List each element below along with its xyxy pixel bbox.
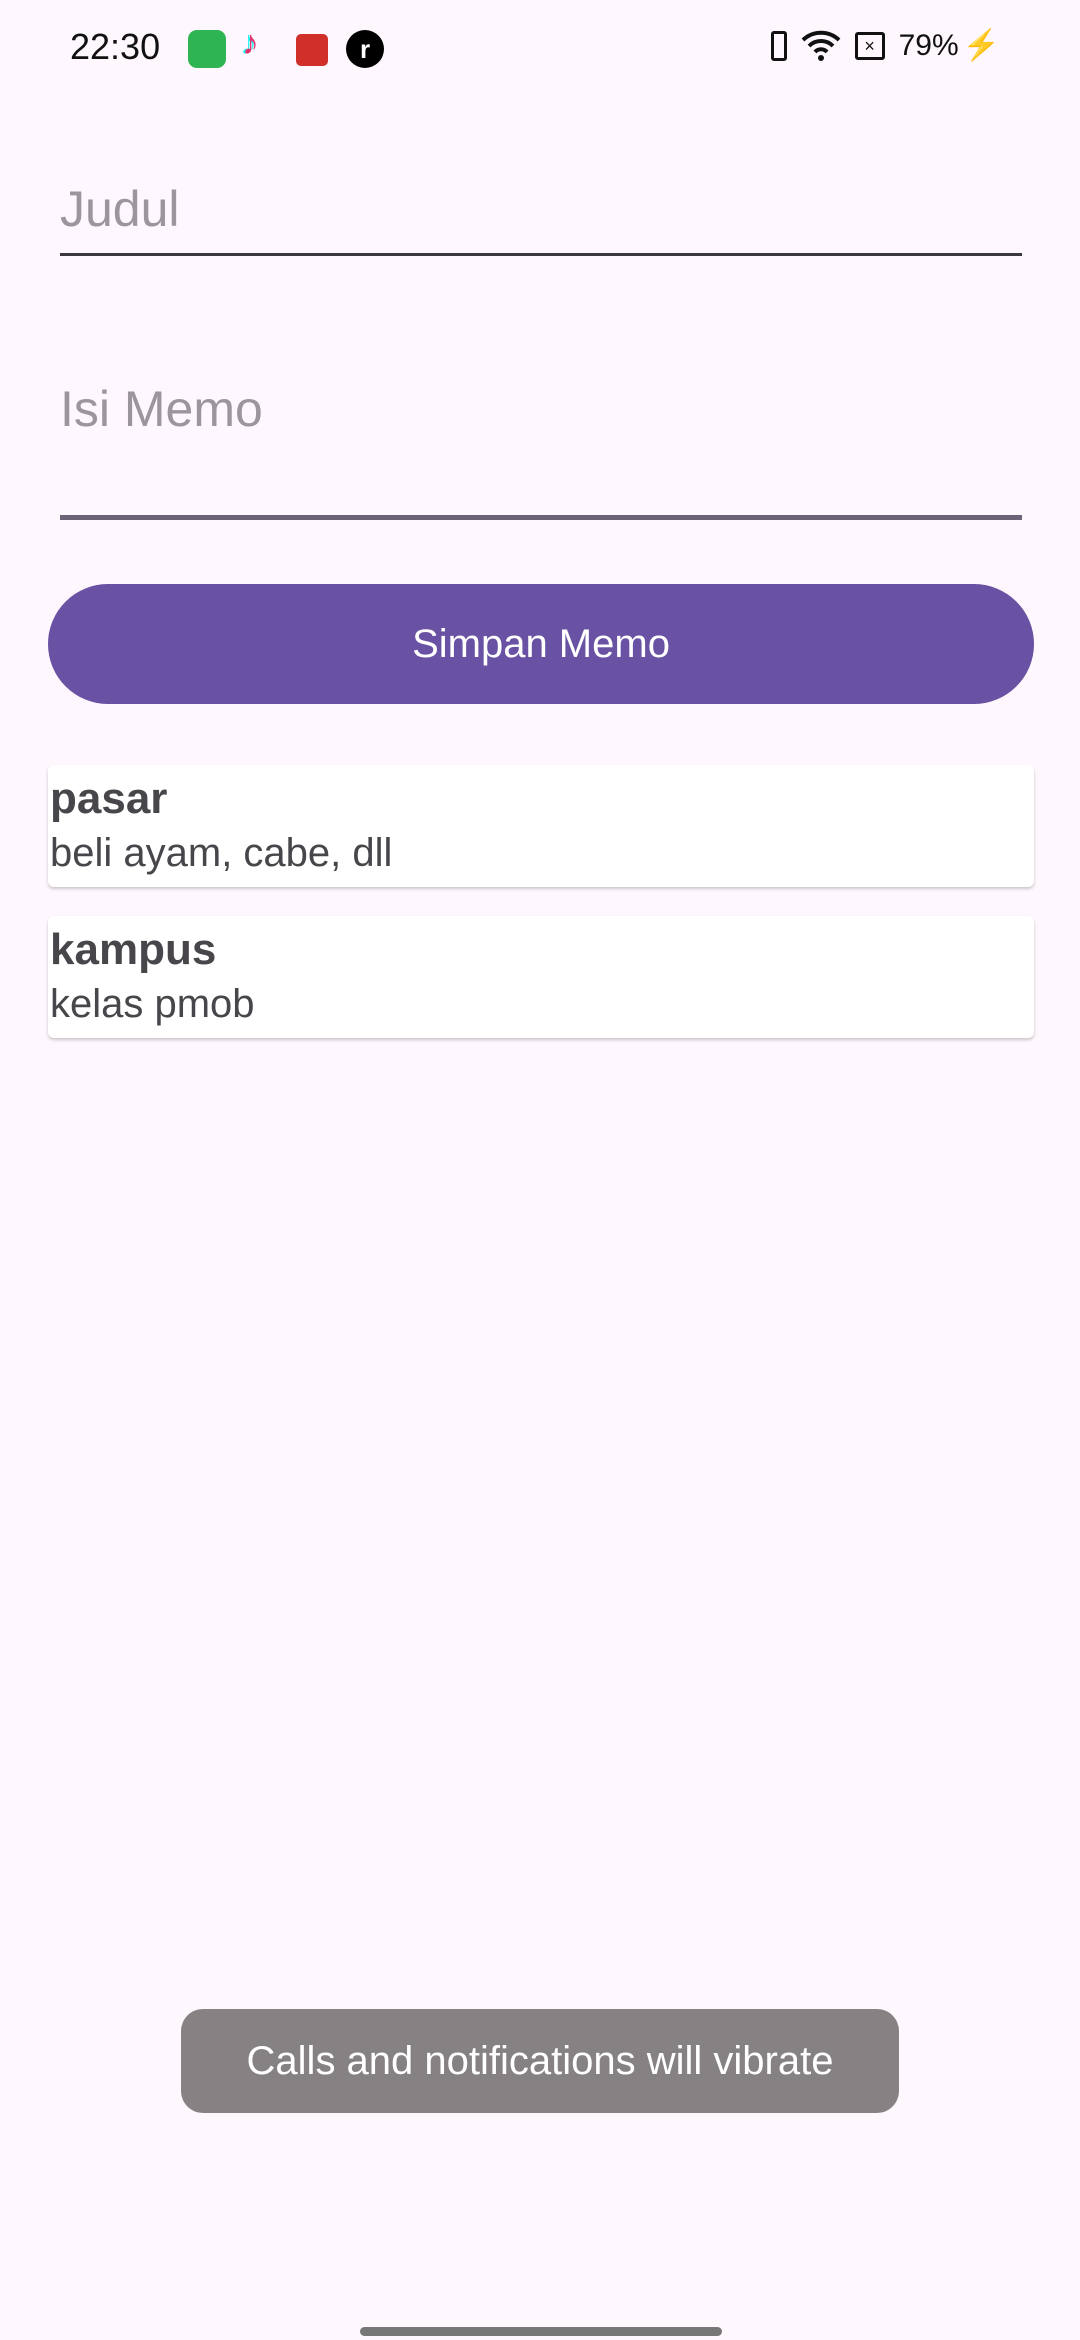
memo-title: pasar — [50, 774, 168, 823]
r-app-icon: r — [346, 30, 384, 68]
title-input[interactable]: Judul — [60, 180, 1022, 256]
no-sim-icon: × — [854, 31, 885, 60]
gesture-nav-handle[interactable] — [360, 2327, 722, 2336]
tiktok-icon: ♪ — [242, 24, 259, 62]
status-time: 22:30 — [70, 26, 161, 67]
store-icon — [188, 30, 226, 68]
memo-item[interactable]: pasar beli ayam, cabe, dll — [48, 765, 1034, 887]
memo-body: kelas pmob — [50, 982, 255, 1026]
memo-body: beli ayam, cabe, dll — [50, 831, 393, 875]
title-placeholder: Judul — [60, 181, 180, 237]
memo-title: kampus — [50, 925, 217, 974]
content-placeholder: Isi Memo — [60, 381, 263, 437]
battery-charging-icon: ⚡ — [962, 29, 1000, 62]
content-input[interactable]: Isi Memo — [60, 380, 1022, 520]
memo-item[interactable]: kampus kelas pmob — [48, 916, 1034, 1038]
toast-message: Calls and notifications will vibrate — [181, 2009, 899, 2113]
battery-level: 79% — [898, 28, 959, 62]
system-status: × 79% ⚡ — [770, 28, 1000, 63]
wifi-icon — [801, 30, 840, 61]
vibrate-icon — [770, 30, 787, 61]
save-memo-button[interactable]: Simpan Memo — [48, 584, 1034, 704]
shopping-bag-icon — [296, 34, 328, 66]
